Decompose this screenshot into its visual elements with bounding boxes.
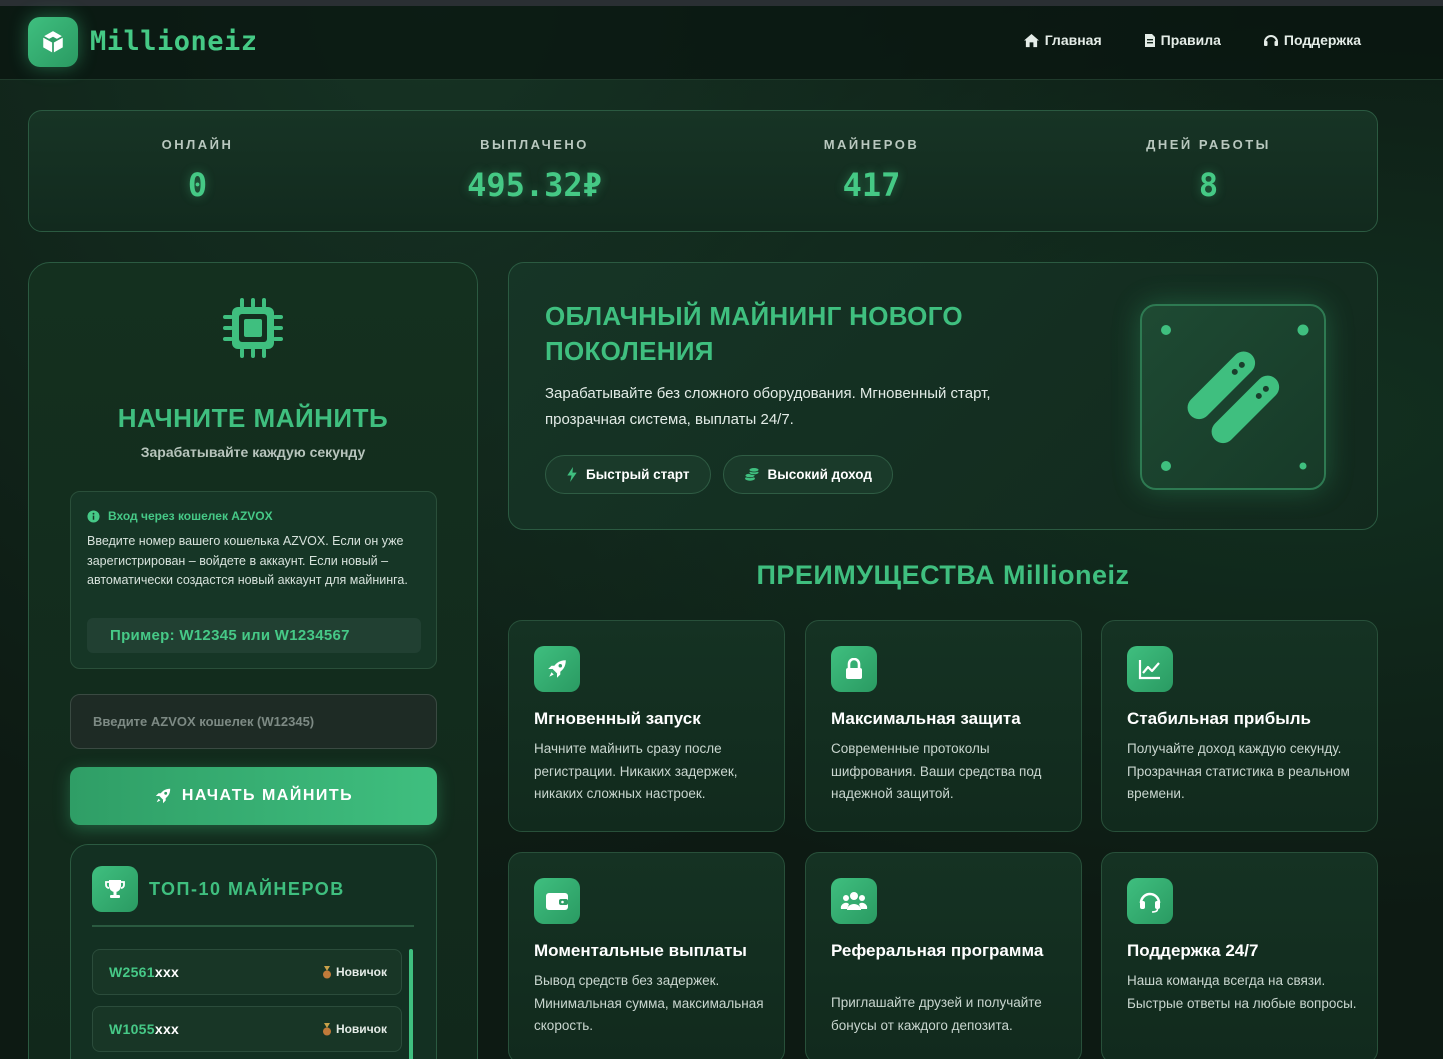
- wallet-info-title-text: Вход через кошелек AZVOX: [108, 509, 273, 523]
- hero-banner: ОБЛАЧНЫЙ МАЙНИНГ НОВОГО ПОКОЛЕНИЯ Зараба…: [508, 262, 1378, 530]
- cpu-chip-icon: [223, 298, 283, 358]
- top-miners-title: ТОП-10 МАЙНЕРОВ: [149, 879, 345, 899]
- rocket-icon: [534, 646, 580, 692]
- main-nav: Главная Правила Поддержка: [1023, 32, 1361, 48]
- advantage-card: Стабильная прибыль Получайте доход кажду…: [1101, 620, 1378, 832]
- cube-logo-icon[interactable]: [28, 17, 78, 67]
- advantage-title: Мгновенный запуск: [534, 709, 701, 728]
- wallet-info-box: Вход через кошелек AZVOX Введите номер в…: [70, 491, 437, 669]
- start-mining-button[interactable]: НАЧАТЬ МАЙНИТЬ: [70, 767, 437, 825]
- miner-device-illustration: [1140, 304, 1326, 490]
- advantage-card: Мгновенный запуск Начните майнить сразу …: [508, 620, 785, 832]
- stat-miners: МАЙНЕРОВ 417: [703, 111, 1040, 231]
- mining-panel: НАЧНИТЕ МАЙНИТЬ Зарабатывайте каждую сек…: [28, 262, 478, 1059]
- headset-icon: [1127, 878, 1173, 924]
- lock-icon: [831, 646, 877, 692]
- stat-value: 495.32₽: [467, 166, 602, 204]
- tag-fast-start-label: Быстрый старт: [586, 467, 690, 482]
- stats-panel: ОНЛАЙН 0 ВЫПЛАЧЕНО 495.32₽ МАЙНЕРОВ 417 …: [28, 110, 1378, 232]
- miner-id-visible: W2561: [109, 964, 155, 980]
- mining-panel-subtitle: Зарабатывайте каждую секунду: [140, 444, 366, 460]
- stat-label: ОНЛАЙН: [161, 137, 234, 152]
- stat-paid: ВЫПЛАЧЕНО 495.32₽: [366, 111, 703, 231]
- stat-label: МАЙНЕРОВ: [823, 137, 920, 152]
- advantage-title: Максимальная защита: [831, 709, 1021, 728]
- advantage-card: Реферальная программа Приглашайте друзей…: [805, 852, 1082, 1059]
- nav-home-label: Главная: [1044, 32, 1102, 48]
- nav-rules-label: Правила: [1160, 32, 1221, 48]
- wallet-icon: [534, 878, 580, 924]
- miner-id: W1055xxx: [109, 1021, 179, 1037]
- advantage-card: Моментальные выплаты Вывод средств без з…: [508, 852, 785, 1059]
- wallet-info-title: Вход через кошелек AZVOX: [87, 509, 273, 523]
- advantage-text: Современные протоколы шифрования. Ваши с…: [831, 741, 1042, 801]
- top-miner-row[interactable]: W2561xxx Новичок: [92, 949, 402, 995]
- mining-panel-title: НАЧНИТЕ МАЙНИТЬ: [117, 403, 389, 433]
- chart-line-icon: [1127, 646, 1173, 692]
- start-mining-label: НАЧАТЬ МАЙНИТЬ: [181, 787, 354, 804]
- hero-tags: Быстрый старт Высокий доход: [545, 455, 893, 494]
- wallet-example: Пример: W12345 или W1234567: [87, 618, 421, 653]
- advantage-title: Моментальные выплаты: [534, 941, 747, 960]
- stat-value: 0: [187, 166, 208, 204]
- hero-title: ОБЛАЧНЫЙ МАЙНИНГ НОВОГО ПОКОЛЕНИЯ: [545, 301, 963, 366]
- advantage-text: Приглашайте друзей и получайте бонусы от…: [831, 995, 1042, 1033]
- miner-rank-label: Новичок: [335, 1022, 387, 1036]
- miner-id-masked: xxx: [154, 964, 180, 980]
- advantage-text: Получайте доход каждую секунду. Прозрачн…: [1127, 741, 1350, 801]
- advantage-text: Начните майнить сразу после регистрации.…: [534, 741, 738, 801]
- headset-icon: [1263, 34, 1278, 46]
- site-header: Millioneiz Главная Правила Поддержка: [0, 6, 1443, 80]
- nav-home[interactable]: Главная: [1023, 32, 1102, 48]
- miner-rank-label: Новичок: [335, 965, 387, 979]
- document-icon: [1144, 33, 1155, 47]
- stat-label: ДНЕЙ РАБОТЫ: [1146, 137, 1271, 152]
- stat-online: ОНЛАЙН 0: [29, 111, 366, 231]
- info-icon: [87, 509, 100, 523]
- rocket-icon: [155, 788, 171, 804]
- users-icon: [831, 878, 877, 924]
- advantage-title: Реферальная программа: [831, 941, 1044, 960]
- stat-days: ДНЕЙ РАБОТЫ 8: [1040, 111, 1377, 231]
- wallet-input[interactable]: [70, 694, 437, 749]
- nav-rules[interactable]: Правила: [1144, 32, 1221, 48]
- site-logo-text[interactable]: Millioneiz: [90, 26, 258, 57]
- miner-id-visible: W1055: [109, 1021, 155, 1037]
- coins-icon: [744, 467, 759, 481]
- advantage-card: Поддержка 24/7 Наша команда всегда на св…: [1101, 852, 1378, 1059]
- top-miners-box: ТОП-10 МАЙНЕРОВ W2561xxx Новичок W1055xx…: [70, 844, 437, 1059]
- miner-id-masked: xxx: [154, 1021, 180, 1037]
- bronze-medal-icon: [322, 965, 331, 978]
- advantage-title: Стабильная прибыль: [1127, 709, 1311, 728]
- advantage-text: Наша команда всегда на связи. Быстрые от…: [1127, 973, 1357, 1011]
- tag-high-income[interactable]: Высокий доход: [722, 455, 893, 494]
- tag-fast-start[interactable]: Быстрый старт: [545, 455, 711, 494]
- divider: [92, 925, 414, 927]
- top-miners-scrollbar[interactable]: [409, 949, 413, 1059]
- top-miner-row[interactable]: W1055xxx Новичок: [92, 1006, 402, 1052]
- trophy-icon: [92, 866, 138, 912]
- stat-label: ВЫПЛАЧЕНО: [480, 137, 589, 152]
- advantage-title: Поддержка 24/7: [1127, 941, 1259, 960]
- stat-value: 417: [842, 166, 901, 204]
- miner-rank: Новичок: [322, 1022, 387, 1036]
- miner-id: W2561xxx: [109, 964, 179, 980]
- bolt-icon: [567, 467, 577, 482]
- nav-support-label: Поддержка: [1283, 32, 1361, 48]
- hero-text: Зарабатывайте без сложного оборудования.…: [545, 385, 991, 428]
- advantage-text: Вывод средств без задержек. Минимальная …: [534, 973, 764, 1033]
- miner-rank: Новичок: [322, 965, 387, 979]
- wallet-info-text: Введите номер вашего кошелька AZVOX. Есл…: [87, 534, 408, 587]
- tag-high-income-label: Высокий доход: [767, 467, 872, 482]
- bronze-medal-icon: [322, 1022, 331, 1035]
- advantage-card: Максимальная защита Современные протокол…: [805, 620, 1082, 832]
- advantages-title: ПРЕИМУЩЕСТВА Millioneiz: [756, 560, 1130, 590]
- nav-support[interactable]: Поддержка: [1263, 32, 1361, 48]
- stat-value: 8: [1198, 166, 1219, 204]
- home-icon: [1023, 33, 1039, 47]
